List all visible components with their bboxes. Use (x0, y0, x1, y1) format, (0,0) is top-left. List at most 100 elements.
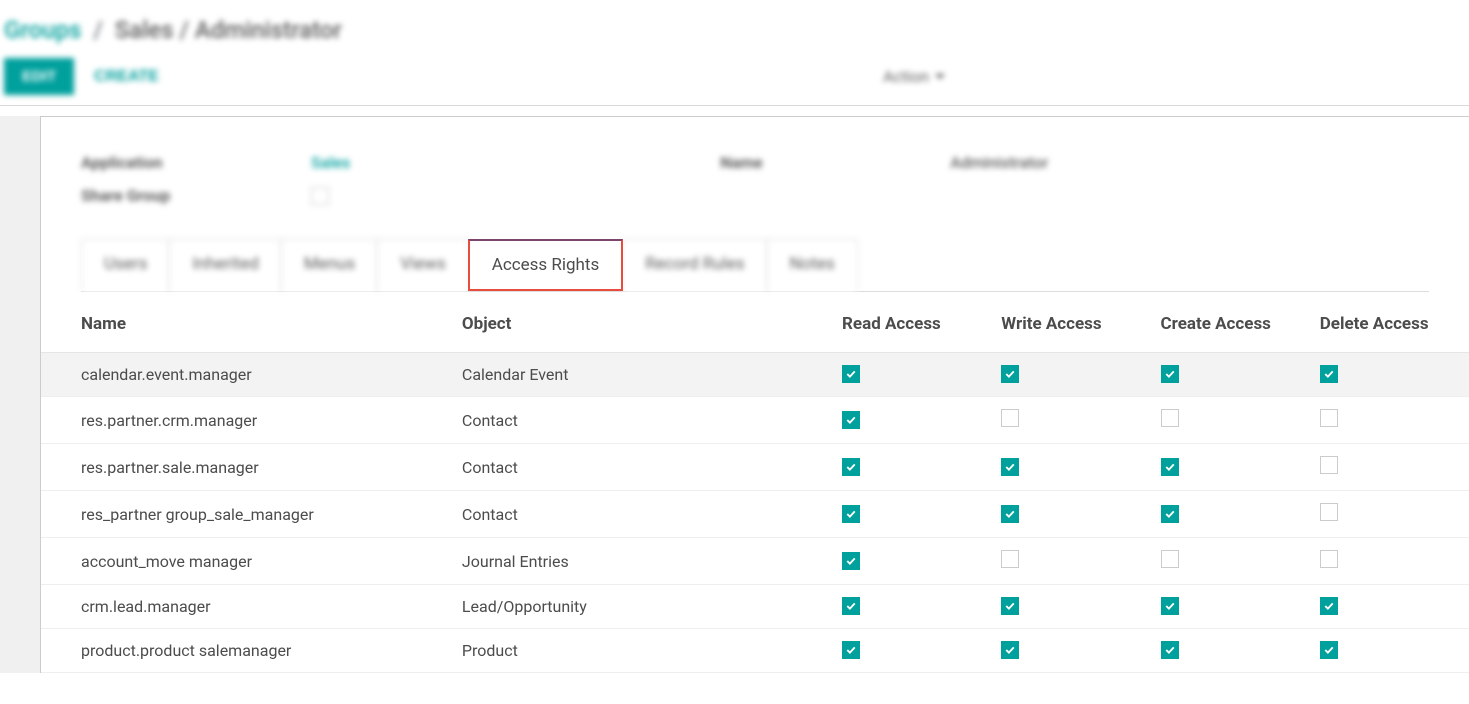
cell-write (991, 444, 1150, 491)
checkbox-unchecked-icon[interactable] (1320, 456, 1338, 474)
cell-write (991, 538, 1150, 585)
cell-name: crm.lead.manager (41, 585, 452, 629)
th-object[interactable]: Object (452, 292, 832, 353)
checkbox-unchecked-icon[interactable] (1320, 409, 1338, 427)
cell-read (832, 491, 991, 538)
th-create[interactable]: Create Access (1151, 292, 1310, 353)
cell-read (832, 585, 991, 629)
checkbox-unchecked-icon[interactable] (1320, 550, 1338, 568)
checkbox-checked-icon[interactable] (842, 641, 860, 659)
th-write[interactable]: Write Access (991, 292, 1150, 353)
table-row[interactable]: res_partner group_sale_managerContact (41, 491, 1469, 538)
tab-inherited[interactable]: Inherited (169, 239, 281, 291)
checkbox-checked-icon[interactable] (842, 505, 860, 523)
name-label: Name (720, 153, 950, 172)
action-label: Action (883, 67, 929, 86)
edit-button[interactable]: EDIT (4, 58, 74, 95)
action-dropdown[interactable]: Action (883, 67, 945, 86)
checkbox-checked-icon[interactable] (842, 411, 860, 429)
toolbar: EDIT CREATE Action (0, 48, 1469, 105)
cell-object: Contact (452, 444, 832, 491)
checkbox-checked-icon[interactable] (842, 365, 860, 383)
table-row[interactable]: res.partner.crm.managerContact (41, 397, 1469, 444)
breadcrumb-current: Sales / Administrator (115, 16, 342, 44)
application-label: Application (81, 153, 311, 172)
checkbox-checked-icon[interactable] (1161, 597, 1179, 615)
cell-name: account_move manager (41, 538, 452, 585)
breadcrumb-bar: Groups / Sales / Administrator (0, 0, 1469, 48)
checkbox-unchecked-icon[interactable] (1001, 550, 1019, 568)
cell-read (832, 353, 991, 397)
tab-access-rights[interactable]: Access Rights (468, 239, 624, 291)
checkbox-checked-icon[interactable] (1320, 597, 1338, 615)
cell-name: res_partner group_sale_manager (41, 491, 452, 538)
th-name[interactable]: Name (41, 292, 452, 353)
table-row[interactable]: calendar.event.managerCalendar Event (41, 353, 1469, 397)
checkbox-unchecked-icon[interactable] (1161, 409, 1179, 427)
cell-write (991, 585, 1150, 629)
cell-create (1151, 353, 1310, 397)
breadcrumb-separator: / (93, 16, 102, 44)
cell-object: Product (452, 629, 832, 673)
checkbox-checked-icon[interactable] (1001, 505, 1019, 523)
cell-write (991, 491, 1150, 538)
tab-notes[interactable]: Notes (767, 239, 858, 291)
tab-record-rules[interactable]: Record Rules (622, 239, 767, 291)
cell-delete (1310, 353, 1469, 397)
cell-read (832, 629, 991, 673)
toolbar-divider (0, 105, 1469, 106)
checkbox-checked-icon[interactable] (1001, 597, 1019, 615)
checkbox-checked-icon[interactable] (1001, 641, 1019, 659)
table-row[interactable]: account_move managerJournal Entries (41, 538, 1469, 585)
checkbox-checked-icon[interactable] (1161, 458, 1179, 476)
cell-write (991, 629, 1150, 673)
cell-write (991, 353, 1150, 397)
cell-name: calendar.event.manager (41, 353, 452, 397)
checkbox-unchecked-icon[interactable] (1320, 503, 1338, 521)
cell-object: Contact (452, 491, 832, 538)
checkbox-unchecked-icon[interactable] (1001, 409, 1019, 427)
form-sheet: Application Sales Name Administrator Sha… (40, 116, 1469, 673)
checkbox-checked-icon[interactable] (1001, 365, 1019, 383)
table-row[interactable]: crm.lead.managerLead/Opportunity (41, 585, 1469, 629)
cell-delete (1310, 491, 1469, 538)
breadcrumb-root[interactable]: Groups (4, 16, 81, 44)
create-button[interactable]: CREATE (94, 68, 159, 86)
checkbox-unchecked-icon[interactable] (1161, 550, 1179, 568)
th-read[interactable]: Read Access (832, 292, 991, 353)
access-rights-table-wrap: Name Object Read Access Write Access Cre… (41, 292, 1469, 673)
share-group-checkbox[interactable] (311, 187, 329, 205)
checkbox-checked-icon[interactable] (1001, 458, 1019, 476)
name-value: Administrator (950, 153, 1048, 172)
cell-delete (1310, 397, 1469, 444)
cell-object: Lead/Opportunity (452, 585, 832, 629)
cell-delete (1310, 538, 1469, 585)
breadcrumb: Groups / Sales / Administrator (4, 16, 1465, 44)
checkbox-checked-icon[interactable] (842, 552, 860, 570)
cell-read (832, 444, 991, 491)
th-delete[interactable]: Delete Access (1310, 292, 1469, 353)
cell-create (1151, 444, 1310, 491)
checkbox-checked-icon[interactable] (1161, 641, 1179, 659)
share-group-label: Share Group (81, 186, 311, 205)
table-row[interactable]: res.partner.sale.managerContact (41, 444, 1469, 491)
tab-users[interactable]: Users (81, 239, 170, 291)
cell-create (1151, 397, 1310, 444)
checkbox-checked-icon[interactable] (1161, 505, 1179, 523)
checkbox-checked-icon[interactable] (1161, 365, 1179, 383)
cell-object: Calendar Event (452, 353, 832, 397)
cell-object: Journal Entries (452, 538, 832, 585)
tab-menus[interactable]: Menus (281, 239, 378, 291)
checkbox-checked-icon[interactable] (1320, 641, 1338, 659)
cell-delete (1310, 629, 1469, 673)
checkbox-checked-icon[interactable] (842, 597, 860, 615)
checkbox-checked-icon[interactable] (1320, 365, 1338, 383)
cell-read (832, 397, 991, 444)
cell-name: res.partner.crm.manager (41, 397, 452, 444)
tabs: Users Inherited Menus Views Access Right… (81, 239, 1429, 292)
table-row[interactable]: product.product salemanagerProduct (41, 629, 1469, 673)
application-value[interactable]: Sales (311, 153, 350, 172)
cell-delete (1310, 444, 1469, 491)
tab-views[interactable]: Views (377, 239, 469, 291)
checkbox-checked-icon[interactable] (842, 458, 860, 476)
